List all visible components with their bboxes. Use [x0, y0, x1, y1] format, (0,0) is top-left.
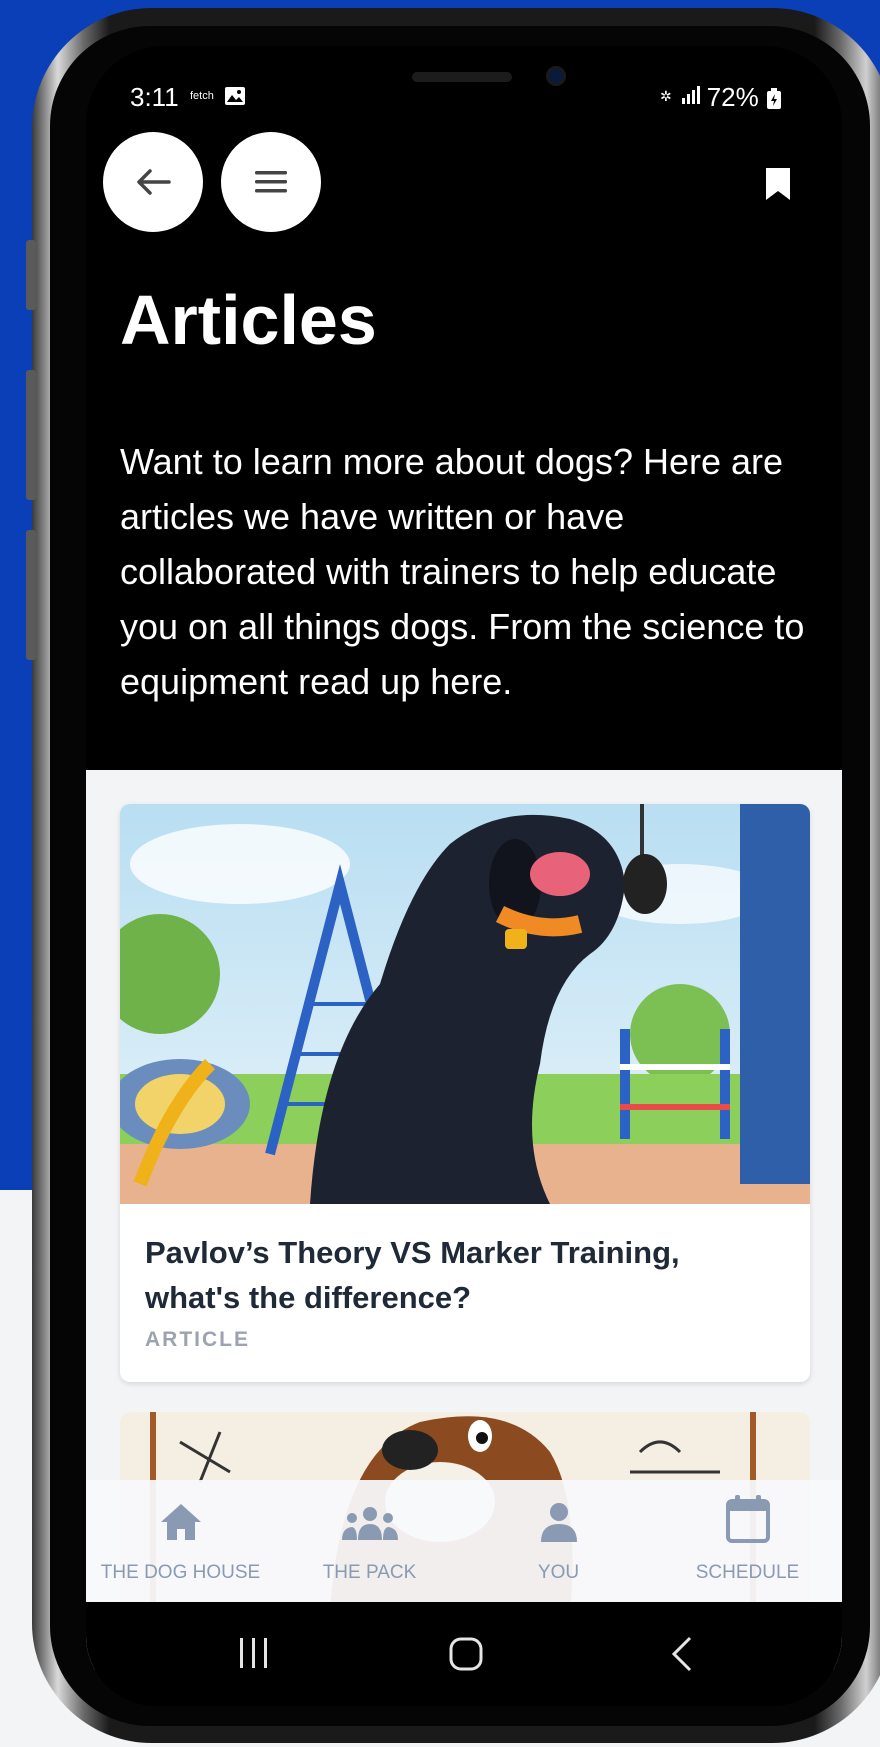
back-button[interactable]	[103, 132, 203, 232]
battery-status: 72%	[707, 82, 782, 113]
menu-button[interactable]	[221, 132, 321, 232]
notch	[262, 46, 682, 118]
notification-icons: fetch	[190, 86, 246, 106]
nav-label: YOU	[537, 1562, 580, 1583]
article-title: Pavlov’s Theory VS Marker Training, what…	[145, 1235, 680, 1315]
nav-label: THE DOG HOUSE	[100, 1562, 261, 1583]
battery-icon	[767, 88, 781, 110]
article-card[interactable]: Pavlov’s Theory VS Marker Training, what…	[120, 804, 810, 1382]
article-image	[120, 804, 810, 1204]
battery-percent: 72%	[706, 82, 759, 112]
status-bar: 3:11 fetch ✲ 72%	[86, 46, 842, 136]
person-icon	[540, 1503, 577, 1542]
phone-side-button	[26, 530, 36, 660]
svg-text:✲: ✲	[660, 89, 671, 105]
signal-icon: ✲	[660, 84, 704, 112]
fetch-icon: fetch	[190, 90, 214, 102]
home-icon[interactable]	[448, 1636, 484, 1672]
system-navigation-bar	[86, 1602, 842, 1706]
article-tag: ARTICLE	[145, 1328, 250, 1351]
nav-item-the-pack[interactable]: THE PACK	[275, 1480, 464, 1602]
phone-side-button	[26, 370, 36, 500]
arrow-left-icon	[137, 169, 171, 195]
bookmark-icon[interactable]	[764, 166, 792, 202]
calendar-icon	[725, 1495, 770, 1543]
earpiece	[412, 72, 512, 82]
page-title: Articles	[120, 281, 377, 359]
house-icon	[160, 1504, 201, 1540]
group-icon	[341, 1507, 398, 1540]
front-camera	[546, 66, 566, 86]
phone-screen: 3:11 fetch ✲ 72% Articles Want to learn …	[86, 46, 842, 1706]
bottom-navigation: THE DOG HOUSE THE PACK YOU SCHEDULE	[86, 1480, 842, 1602]
page-description: Want to learn more about dogs? Here are …	[120, 441, 805, 702]
nav-item-schedule[interactable]: SCHEDULE	[653, 1480, 842, 1602]
nav-label: THE PACK	[322, 1562, 417, 1583]
status-time: 3:11	[130, 82, 179, 112]
system-back-icon[interactable]	[670, 1636, 694, 1672]
hamburger-icon	[255, 171, 287, 193]
recent-apps-icon[interactable]	[236, 1636, 272, 1670]
nav-item-dog-house[interactable]: THE DOG HOUSE	[86, 1480, 275, 1602]
nav-item-you[interactable]: YOU	[464, 1480, 653, 1602]
phone-side-button	[26, 240, 36, 310]
gallery-icon	[225, 87, 246, 105]
nav-label: SCHEDULE	[695, 1562, 800, 1583]
